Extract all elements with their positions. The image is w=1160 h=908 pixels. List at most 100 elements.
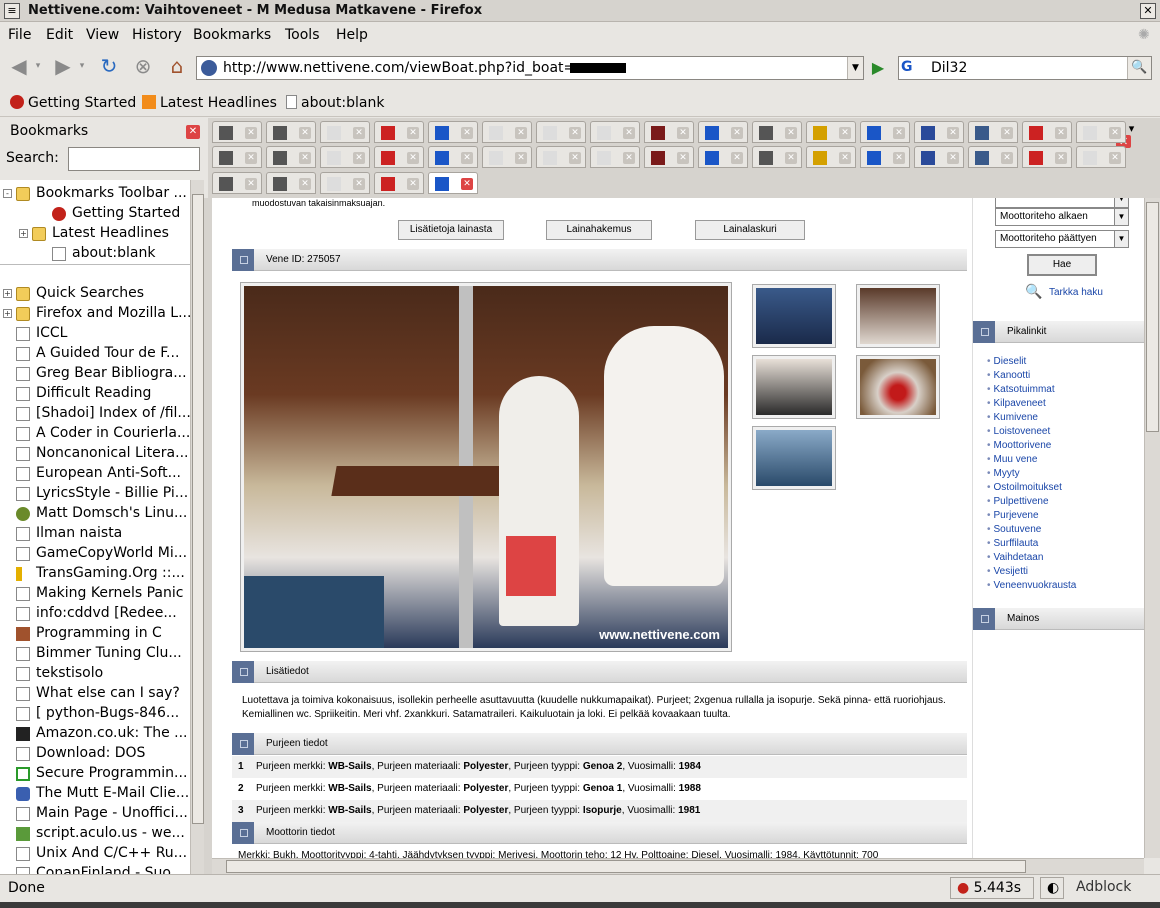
browser-tab[interactable]: ✕ [968,121,1018,143]
main-photo[interactable]: www.nettivene.com [240,282,732,652]
go-icon[interactable]: ▶ [868,58,888,78]
close-tab-icon[interactable]: ✕ [245,178,257,190]
search-engine-icon[interactable]: G [901,59,927,77]
bookmark-tree-item[interactable]: - Bookmarks Toolbar ... [0,184,190,204]
tab-list-icon[interactable]: ▾ [1129,122,1135,135]
quicklink[interactable]: • Loistoveneet [987,426,1050,437]
stop-icon[interactable]: ⊗ [130,53,156,79]
browser-tab[interactable]: ✕ [428,121,478,143]
browser-tab[interactable]: ✕ [374,121,424,143]
url-bar[interactable]: http://www.nettivene.com/viewBoat.php?id… [196,56,864,80]
close-tab-icon[interactable]: ✕ [677,152,689,164]
bookmark-tree-item[interactable]: LyricsStyle - Billie Pi... [0,484,190,504]
browser-tab[interactable]: ✕ [266,146,316,168]
close-tab-icon[interactable]: ✕ [569,127,581,139]
bookmark-tree-item[interactable]: Matt Domsch's Linu... [0,504,190,524]
browser-tab[interactable]: ✕ [590,121,640,143]
loan-calculator-button[interactable]: Lainalaskuri [695,220,805,240]
close-tab-icon[interactable]: ✕ [461,152,473,164]
quicklink[interactable]: • Muu vene [987,454,1037,465]
bookmark-tree-item[interactable]: Noncanonical Litera... [0,444,190,464]
adblock-button[interactable]: Adblock [1070,877,1154,899]
bookmark-tree-item[interactable]: Main Page - Unoffici... [0,804,190,824]
reload-icon[interactable]: ↻ [96,53,122,79]
bookmark-tree-item[interactable]: European Anti-Soft... [0,464,190,484]
close-tab-icon[interactable]: ✕ [1055,152,1067,164]
close-tab-icon[interactable]: ✕ [893,152,905,164]
menu-tools[interactable]: Tools [285,27,320,43]
bookmark-tree-item[interactable]: info:cddvd [Redee... [0,604,190,624]
bookmark-tree-item[interactable]: [ python-Bugs-846... [0,704,190,724]
expand-icon[interactable]: + [19,229,28,238]
browser-tab[interactable]: ✕ [212,172,262,194]
sidebar-scroll-thumb[interactable] [192,194,204,824]
close-tab-icon[interactable]: ✕ [299,152,311,164]
browser-tab[interactable]: ✕ [266,121,316,143]
browser-tab[interactable]: ✕ [752,146,802,168]
menu-help[interactable]: Help [336,27,368,43]
close-window-icon[interactable]: ✕ [1140,3,1156,19]
search-text[interactable]: Dil32 [931,60,967,76]
browser-tab[interactable]: ✕ [320,121,370,143]
bookmark-tree-item[interactable]: + Firefox and Mozilla L... [0,304,190,324]
search-icon[interactable]: 🔍 [1127,57,1151,79]
bookmark-tree-item[interactable]: tekstisolo [0,664,190,684]
thumbnail-2[interactable] [856,284,940,348]
bookmark-tree-item[interactable]: A Coder in Courierla... [0,424,190,444]
quicklink[interactable]: • Surffilauta [987,538,1038,549]
browser-tab[interactable]: ✕ [590,146,640,168]
close-tab-icon[interactable]: ✕ [1109,152,1121,164]
close-tab-icon[interactable]: ✕ [947,152,959,164]
quicklink[interactable]: • Vesijetti [987,566,1028,577]
close-tab-icon[interactable]: ✕ [623,152,635,164]
quicklink[interactable]: • Vaihdetaan [987,552,1043,563]
close-tab-icon[interactable]: ✕ [407,178,419,190]
quicklink[interactable]: • Kilpaveneet [987,398,1046,409]
menu-file[interactable]: File [8,27,31,43]
close-tab-icon[interactable]: ✕ [1001,127,1013,139]
browser-tab[interactable]: ✕ [752,121,802,143]
bookmark-tree-item[interactable]: Unix And C/C++ Ru... [0,844,190,864]
browser-tab[interactable]: ✕ [1076,146,1126,168]
bookmark-tree-item[interactable]: Making Kernels Panic [0,584,190,604]
search-bar[interactable]: G Dil32 🔍 [898,56,1152,80]
close-tab-icon[interactable]: ✕ [839,152,851,164]
close-tab-icon[interactable]: ✕ [1055,127,1067,139]
browser-tab[interactable]: ✕ [320,146,370,168]
browser-tab[interactable]: ✕ [212,121,262,143]
expand-icon[interactable]: + [3,289,12,298]
bookmark-about-blank[interactable]: about:blank [286,95,384,111]
close-tab-icon[interactable]: ✕ [731,127,743,139]
close-tab-icon[interactable]: ✕ [839,127,851,139]
url-text[interactable]: http://www.nettivene.com/viewBoat.php?id… [223,60,575,76]
advanced-search-link[interactable]: Tarkka haku [1049,287,1103,298]
bookmark-tree-item[interactable]: about:blank [0,244,190,264]
bookmark-tree-item[interactable]: Greg Bear Bibliogra... [0,364,190,384]
close-tab-icon[interactable]: ✕ [353,152,365,164]
browser-tab[interactable]: ✕ [698,121,748,143]
menu-view[interactable]: View [86,27,119,43]
page-scroll-thumb[interactable] [1146,202,1159,432]
close-tab-icon[interactable]: ✕ [407,127,419,139]
bookmark-tree-item[interactable]: The Mutt E-Mail Clie... [0,784,190,804]
browser-tab[interactable]: ✕ [860,121,910,143]
close-tab-icon[interactable]: ✕ [407,152,419,164]
bookmark-tree-item[interactable]: + Latest Headlines [0,224,190,244]
bookmark-tree-item[interactable]: TransGaming.Org ::... [0,564,190,584]
quicklink[interactable]: • Purjevene [987,510,1039,521]
bookmark-tree-item[interactable]: Getting Started [0,204,190,224]
bookmark-getting-started[interactable]: Getting Started [10,95,136,111]
menu-history[interactable]: History [132,27,182,43]
loan-application-button[interactable]: Lainahakemus [546,220,652,240]
quicklink[interactable]: • Myyty [987,468,1020,479]
browser-tab[interactable]: ✕ [644,146,694,168]
bookmark-tree-item[interactable]: Download: DOS [0,744,190,764]
browser-tab[interactable]: ✕ [806,146,856,168]
forward-icon[interactable]: ▶ [50,53,76,79]
close-tab-icon[interactable]: ✕ [515,127,527,139]
menu-edit[interactable]: Edit [46,27,73,43]
quicklink[interactable]: • Pulpettivene [987,496,1049,507]
sidebar-search-input[interactable] [68,147,200,171]
bookmark-tree-item[interactable]: [Shadoi] Index of /fil... [0,404,190,424]
bookmark-tree-item[interactable]: What else can I say? [0,684,190,704]
